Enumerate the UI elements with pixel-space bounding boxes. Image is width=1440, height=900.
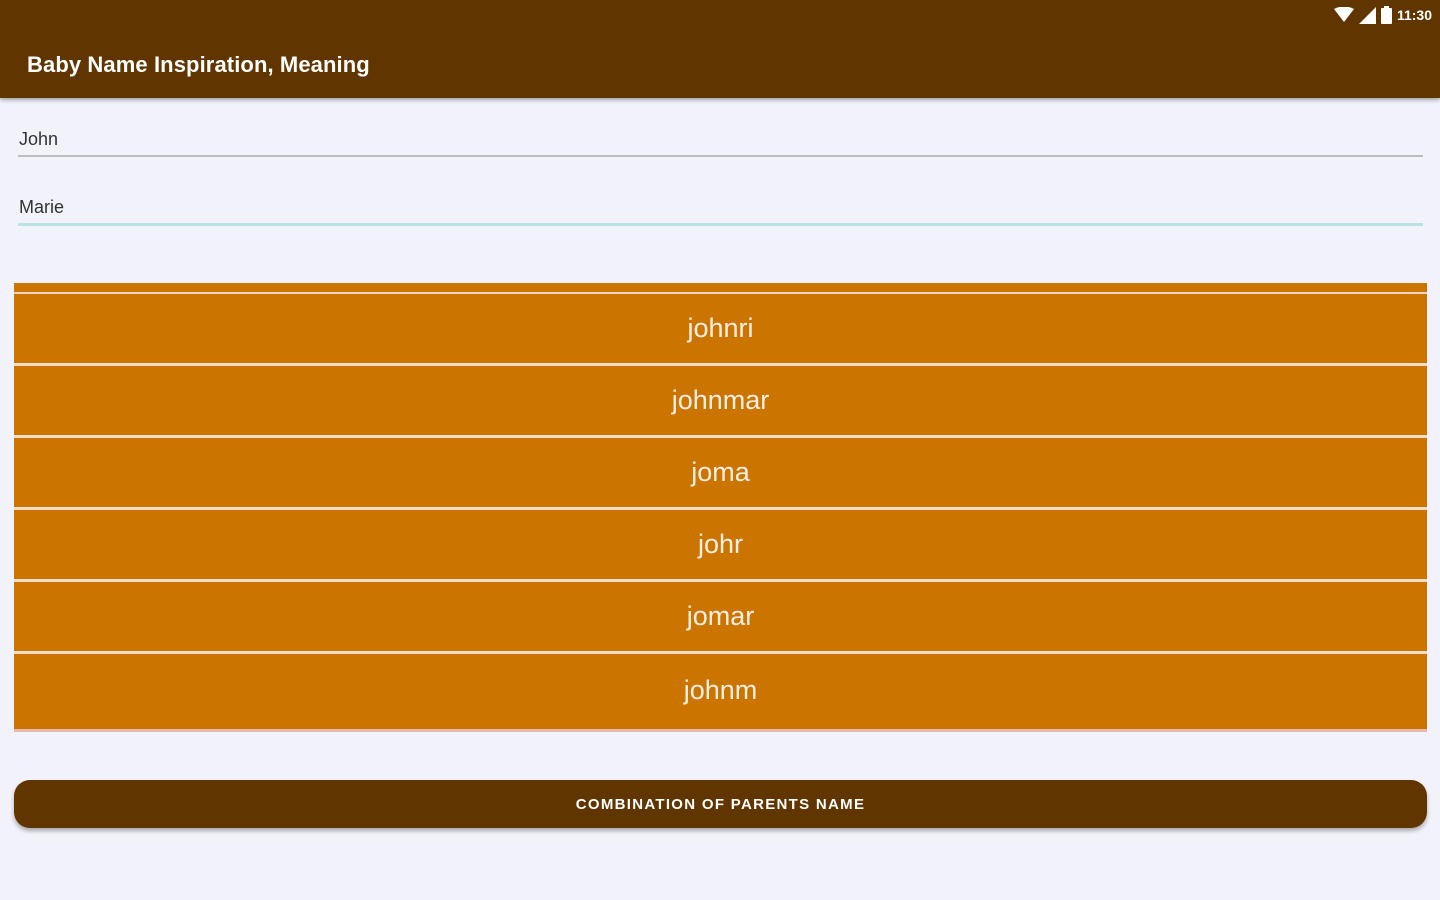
name-results-list[interactable]: johnri johnmar joma johr jomar johnm	[14, 283, 1427, 732]
battery-icon	[1380, 6, 1392, 24]
status-time: 11:30	[1396, 7, 1432, 23]
father-name-input[interactable]	[18, 113, 1423, 155]
list-item[interactable]: joma	[14, 438, 1427, 510]
list-header-strip	[14, 283, 1427, 294]
mother-name-input[interactable]	[18, 182, 1423, 223]
app-bar: 11:30 Baby Name Inspiration, Meaning	[0, 0, 1440, 98]
wifi-icon	[1333, 7, 1354, 23]
signal-icon	[1358, 6, 1376, 24]
app-title: Baby Name Inspiration, Meaning	[27, 52, 370, 77]
list-item[interactable]: johnm	[14, 654, 1427, 726]
father-name-field[interactable]	[18, 113, 1423, 157]
list-item[interactable]: jomar	[14, 582, 1427, 654]
mother-name-field[interactable]	[18, 182, 1423, 226]
combination-button[interactable]: COMBINATION OF PARENTS NAME	[14, 780, 1427, 828]
list-item[interactable]: johnri	[14, 294, 1427, 366]
list-item[interactable]: johnmar	[14, 366, 1427, 438]
list-item[interactable]: johr	[14, 510, 1427, 582]
status-bar: 11:30	[1333, 5, 1432, 25]
